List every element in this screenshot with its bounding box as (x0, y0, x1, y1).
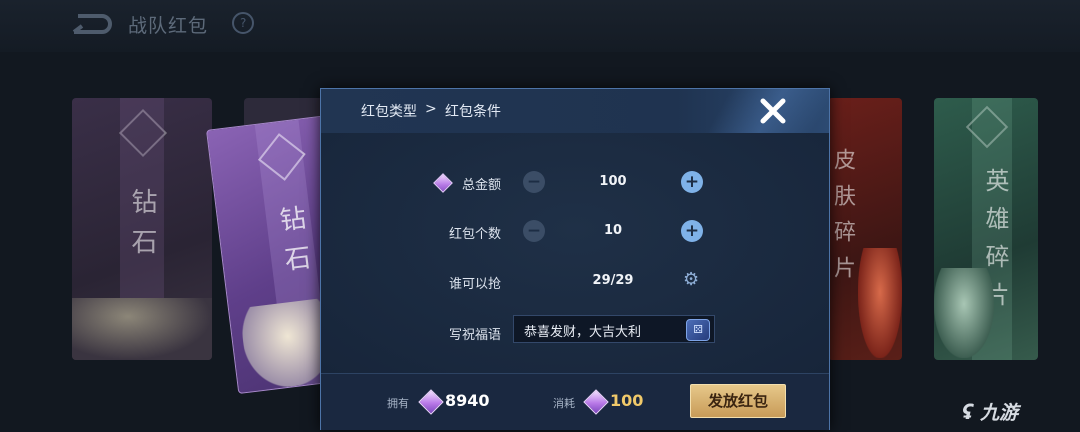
owned-value: 8940 (445, 391, 490, 410)
gear-icon[interactable]: ⚙ (683, 269, 699, 290)
dialog-header: 红包类型 > 红包条件 (321, 89, 829, 133)
diamond-gem-icon (418, 389, 444, 415)
red-packet-card-skin-fragment[interactable]: 皮肤碎片 (828, 98, 902, 360)
greeting-label: 写祝福语 (448, 328, 501, 343)
red-packet-card-hero-fragment[interactable]: 英雄碎片 (934, 98, 1038, 360)
packet-count-value: 10 (603, 223, 623, 238)
total-amount-value: 100 (599, 174, 627, 189)
diamond-gem-icon (583, 389, 609, 415)
packet-count-minus-button[interactable]: − (523, 220, 545, 242)
back-arrow-icon[interactable] (72, 12, 116, 36)
watermark-text: 九游 (980, 402, 1019, 424)
greeting-text: 恭喜发财，大吉大利 (524, 325, 642, 340)
red-packet-card-diamond[interactable]: 钻石 (72, 98, 212, 360)
header-decoration (679, 89, 829, 133)
send-red-packet-button[interactable]: 发放红包 (690, 384, 786, 418)
owned-label: 拥有 (387, 397, 409, 410)
dialog-footer: 拥有 8940 消耗 100 发放红包 (321, 373, 829, 430)
card-label: 皮肤碎片 (830, 148, 855, 292)
breadcrumb-separator: > (425, 101, 437, 117)
close-icon[interactable] (759, 97, 787, 125)
red-packet-dialog: 红包类型 > 红包条件 总金额 − 100 + 红包个数 − 10 + 谁可以抢… (320, 88, 830, 430)
who-can-grab-label: 谁可以抢 (448, 277, 501, 292)
cost-value: 100 (610, 391, 644, 410)
watermark-logo: ʢ 九游 (962, 398, 1018, 425)
total-amount-plus-button[interactable]: + (681, 171, 703, 193)
breadcrumb-packet-conditions: 红包条件 (445, 104, 501, 120)
who-can-grab-value: 29/29 (592, 273, 634, 288)
packet-count-label: 红包个数 (448, 227, 501, 242)
total-amount-minus-button[interactable]: − (523, 171, 545, 193)
card-label: 钻石 (127, 188, 157, 268)
packet-count-plus-button[interactable]: + (681, 220, 703, 242)
greeting-input[interactable]: 恭喜发财，大吉大利 ⚄ (513, 315, 715, 343)
breadcrumb-packet-type[interactable]: 红包类型 (361, 101, 417, 121)
total-amount-label: 总金额 (461, 178, 501, 193)
watermark-icon: ʢ (962, 400, 974, 424)
dice-icon[interactable]: ⚄ (686, 319, 710, 341)
cost-label: 消耗 (553, 397, 575, 410)
page-title: 战队红包 (128, 15, 209, 37)
